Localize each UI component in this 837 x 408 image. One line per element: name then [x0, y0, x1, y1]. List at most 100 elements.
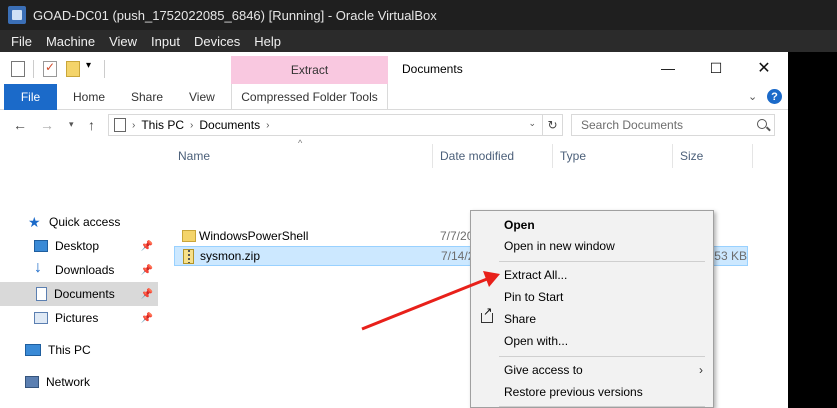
tab-home[interactable]: Home	[73, 84, 105, 110]
vbox-menu-devices[interactable]: Devices	[187, 34, 247, 49]
star-icon: ★	[28, 214, 41, 230]
documents-icon	[36, 287, 47, 301]
nav-item-this-pc[interactable]: This PC	[0, 338, 158, 362]
address-bar[interactable]: › This PC › Documents › ⌄	[108, 114, 543, 136]
column-header-type[interactable]: Type	[560, 144, 586, 168]
new-folder-icon[interactable]	[66, 61, 80, 77]
navigation-pane: ★ Quick access Desktop 📌 Downloads 📌 Doc…	[0, 140, 160, 408]
column-divider[interactable]	[752, 144, 753, 168]
pin-icon: 📌	[140, 264, 153, 276]
tab-view[interactable]: View	[189, 84, 215, 110]
expand-ribbon-icon[interactable]: ⌄	[748, 90, 757, 103]
submenu-chevron-icon: ›	[699, 363, 703, 377]
nav-item-network[interactable]: Network	[0, 370, 158, 394]
toolbar-divider	[33, 60, 34, 78]
forward-arrow-icon[interactable]: →	[40, 117, 54, 133]
address-history-chevron-icon[interactable]: ⌄	[528, 118, 536, 129]
breadcrumb-documents[interactable]: Documents	[199, 118, 260, 132]
nav-item-pictures[interactable]: Pictures 📌	[0, 306, 158, 330]
navigation-bar: ← → ▾ ↑ › This PC › Documents › ⌄ ↻ Sear…	[0, 110, 788, 140]
search-placeholder: Search Documents	[581, 118, 684, 132]
file-name: WindowsPowerShell	[199, 229, 309, 243]
vbox-menubar: File Machine View Input Devices Help	[0, 30, 837, 52]
nav-item-desktop[interactable]: Desktop 📌	[0, 234, 158, 258]
context-menu: Open Open in new window Extract All... P…	[470, 210, 714, 408]
downloads-icon	[34, 259, 48, 277]
file-name: sysmon.zip	[200, 249, 261, 263]
vbox-menu-input[interactable]: Input	[144, 34, 187, 49]
location-icon	[114, 118, 126, 132]
column-divider[interactable]	[432, 144, 433, 168]
maximize-button[interactable]: ☐	[696, 56, 736, 80]
search-icon[interactable]	[757, 119, 767, 129]
extract-contextual-tab[interactable]: Extract	[231, 56, 388, 84]
menu-item-restore-previous-versions[interactable]: Restore previous versions	[471, 381, 713, 403]
menu-item-open-with[interactable]: Open with...	[471, 330, 713, 352]
virtualbox-app-icon	[8, 6, 26, 24]
vbox-titlebar: GOAD-DC01 (push_1752022085_6846) [Runnin…	[0, 0, 837, 30]
menu-item-pin-to-start[interactable]: Pin to Start	[471, 286, 713, 308]
column-divider[interactable]	[672, 144, 673, 168]
up-arrow-icon[interactable]: ↑	[88, 117, 95, 133]
vbox-menu-view[interactable]: View	[102, 34, 144, 49]
column-header-size[interactable]: Size	[680, 144, 703, 168]
breadcrumb-separator-icon[interactable]: ›	[132, 120, 135, 131]
nav-item-label: This PC	[48, 343, 91, 357]
nav-item-label: Desktop	[55, 239, 100, 253]
nav-item-downloads[interactable]: Downloads 📌	[0, 258, 158, 282]
window-title: Documents	[402, 62, 463, 76]
checkmark-icon[interactable]	[43, 60, 57, 77]
back-arrow-icon[interactable]: ←	[13, 117, 27, 133]
folder-icon	[182, 230, 196, 242]
menu-separator	[499, 261, 705, 262]
minimize-button[interactable]: —	[648, 56, 688, 80]
menu-item-label: Share	[504, 312, 537, 326]
pin-icon: 📌	[140, 312, 153, 324]
nav-item-documents[interactable]: Documents 📌	[0, 282, 158, 306]
recent-locations-chevron-icon[interactable]: ▾	[69, 119, 74, 130]
nav-item-label: Quick access	[49, 215, 121, 229]
breadcrumb-separator-icon[interactable]: ›	[190, 120, 193, 131]
vbox-menu-file[interactable]: File	[4, 34, 39, 49]
help-icon[interactable]: ?	[767, 89, 782, 104]
this-pc-icon	[25, 344, 41, 356]
tab-file[interactable]: File	[4, 84, 57, 110]
menu-item-label: Give access to	[504, 363, 583, 377]
guest-background	[788, 52, 837, 408]
properties-icon[interactable]	[11, 61, 25, 77]
menu-separator	[499, 406, 705, 407]
menu-item-extract-all[interactable]: Extract All...	[471, 264, 713, 286]
menu-item-share[interactable]: Share	[471, 305, 713, 330]
vbox-menu-machine[interactable]: Machine	[39, 34, 102, 49]
nav-item-quick-access[interactable]: ★ Quick access	[28, 210, 158, 234]
vbox-menu-help[interactable]: Help	[247, 34, 288, 49]
column-header-date-modified[interactable]: Date modified	[440, 144, 514, 168]
search-input[interactable]: Search Documents	[571, 114, 775, 136]
pin-icon: 📌	[140, 288, 153, 300]
menu-item-open-in-new-window[interactable]: Open in new window	[471, 235, 713, 257]
tab-share[interactable]: Share	[131, 84, 163, 110]
tab-compressed-folder-tools[interactable]: Compressed Folder Tools	[231, 84, 388, 110]
nav-item-label: Network	[46, 375, 91, 389]
nav-item-label: Documents	[54, 287, 115, 301]
menu-item-open[interactable]: Open	[471, 214, 713, 236]
column-divider[interactable]	[552, 144, 553, 168]
pictures-icon	[34, 312, 48, 324]
nav-item-label: Pictures	[55, 311, 99, 325]
share-icon	[481, 305, 493, 323]
column-header-name[interactable]: Name	[178, 144, 210, 168]
close-button[interactable]: ✕	[744, 56, 784, 80]
breadcrumb-this-pc[interactable]: This PC	[141, 118, 184, 132]
menu-separator	[499, 356, 705, 357]
nav-item-label: Downloads	[55, 263, 115, 277]
zip-archive-icon	[183, 249, 194, 264]
menu-item-give-access-to[interactable]: Give access to ›	[471, 359, 713, 381]
vbox-window-title: GOAD-DC01 (push_1752022085_6846) [Runnin…	[33, 7, 437, 23]
sort-ascending-icon: ^	[298, 138, 303, 148]
customize-toolbar-dropdown-icon[interactable]: ▾	[86, 60, 91, 71]
network-icon	[25, 376, 39, 388]
ribbon-tabs: File Home Share View Compressed Folder T…	[0, 84, 788, 110]
refresh-icon[interactable]: ↻	[543, 114, 563, 136]
desktop-icon	[34, 240, 48, 252]
breadcrumb-separator-icon[interactable]: ›	[266, 120, 269, 131]
